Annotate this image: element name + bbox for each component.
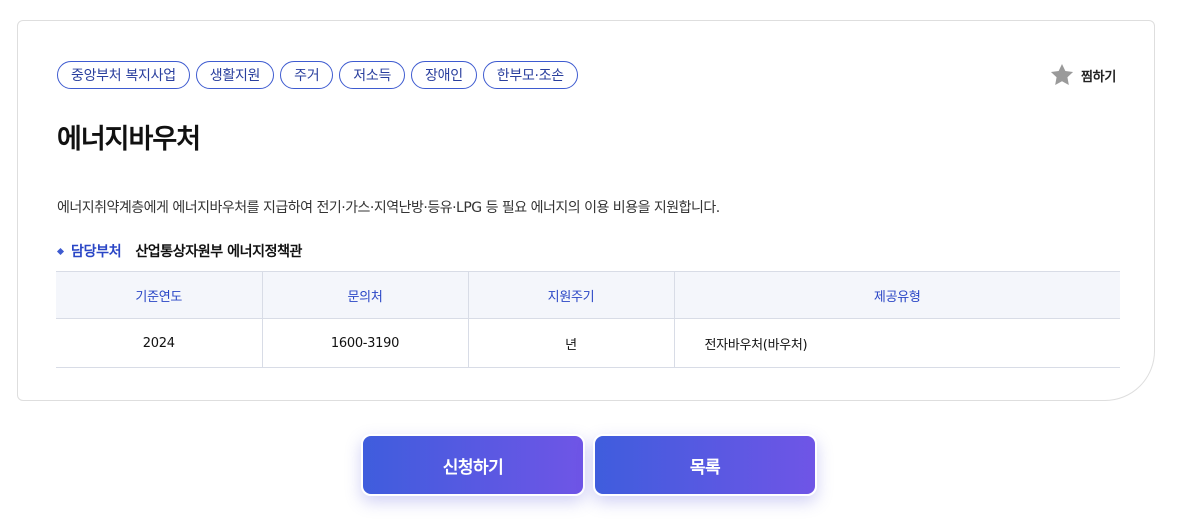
service-detail-card: 중앙부처 복지사업 생활지원 주거 저소득 장애인 한부모·조손 찜하기 에너지… xyxy=(17,20,1155,401)
list-button[interactable]: 목록 xyxy=(593,434,817,496)
tag-disabled[interactable]: 장애인 xyxy=(411,61,477,89)
cell-provision-type: 전자바우처(바우처) xyxy=(674,318,1120,368)
cell-base-year: 2024 xyxy=(56,318,263,368)
tag-living-support[interactable]: 생활지원 xyxy=(195,61,275,89)
favorite-label: 찜하기 xyxy=(1081,69,1116,85)
tag-single-parent[interactable]: 한부모·조손 xyxy=(482,61,578,89)
table-header-row: 기준연도 문의처 지원주기 제공유형 xyxy=(56,271,1120,319)
tag-central-welfare[interactable]: 중앙부처 복지사업 xyxy=(57,61,190,89)
cell-contact: 1600-3190 xyxy=(262,318,469,368)
cell-support-cycle: 년 xyxy=(468,318,675,368)
header-support-cycle: 지원주기 xyxy=(468,271,675,319)
star-icon xyxy=(1049,62,1075,88)
action-buttons: 신청하기 목록 xyxy=(361,434,817,496)
service-info-table: 기준연도 문의처 지원주기 제공유형 2024 1600-3190 년 전자바우… xyxy=(56,271,1120,368)
favorite-button[interactable]: 찜하기 xyxy=(1049,61,1116,89)
category-tags: 중앙부처 복지사업 생활지원 주거 저소득 장애인 한부모·조손 xyxy=(57,61,578,89)
table-row: 2024 1600-3190 년 전자바우처(바우처) xyxy=(56,318,1120,368)
department-value: 산업통상자원부 에너지정책관 xyxy=(135,244,303,260)
header-base-year: 기준연도 xyxy=(56,271,263,319)
department-label: 담당부처 xyxy=(71,244,122,260)
tag-housing[interactable]: 주거 xyxy=(280,61,334,89)
header-provision-type: 제공유형 xyxy=(674,271,1120,319)
diamond-bullet-icon xyxy=(56,247,65,255)
apply-button[interactable]: 신청하기 xyxy=(361,434,585,496)
page-title: 에너지바우처 xyxy=(57,124,201,155)
department-row: 담당부처 산업통상자원부 에너지정책관 xyxy=(56,241,303,261)
header-contact: 문의처 xyxy=(262,271,469,319)
tag-low-income[interactable]: 저소득 xyxy=(339,61,406,89)
service-description: 에너지취약계층에게 에너지바우처를 지급하여 전기·가스·지역난방·등유·LPG… xyxy=(57,200,720,216)
